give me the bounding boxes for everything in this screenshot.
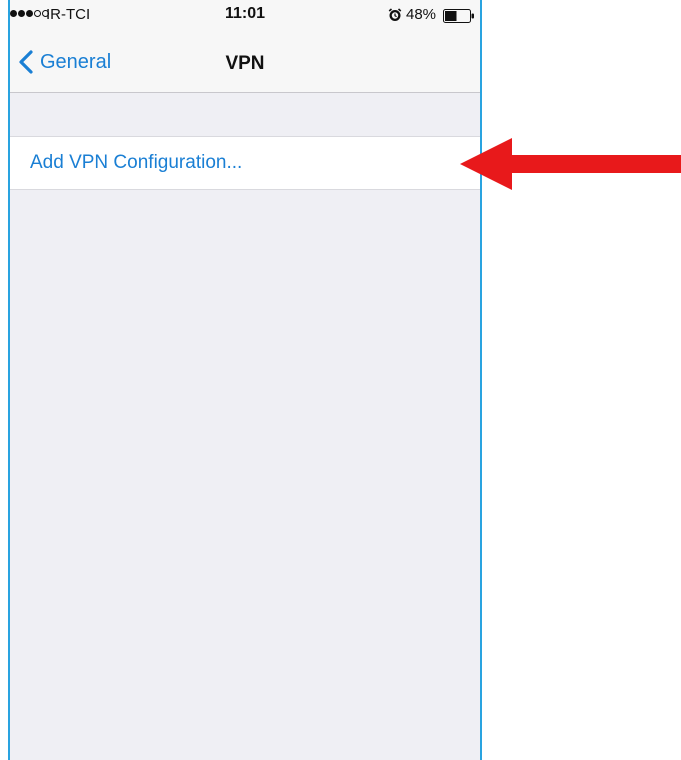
navigation-bar: General VPN bbox=[10, 34, 480, 92]
add-vpn-configuration-cell[interactable]: Add VPN Configuration... bbox=[10, 136, 480, 190]
top-bar: IR-TCI 11:01 48% General VPN bbox=[10, 0, 480, 93]
annotation-arrow-icon bbox=[460, 138, 681, 190]
battery-icon bbox=[443, 9, 474, 23]
add-vpn-configuration-label: Add VPN Configuration... bbox=[30, 152, 243, 173]
battery-percent: 48% bbox=[406, 6, 437, 23]
alarm-clock-icon bbox=[388, 8, 402, 21]
page-title: VPN bbox=[225, 53, 265, 74]
status-bar: IR-TCI 11:01 48% bbox=[10, 0, 480, 34]
phone-screen: IR-TCI 11:01 48% General VPN Add VPN Con… bbox=[8, 0, 482, 760]
